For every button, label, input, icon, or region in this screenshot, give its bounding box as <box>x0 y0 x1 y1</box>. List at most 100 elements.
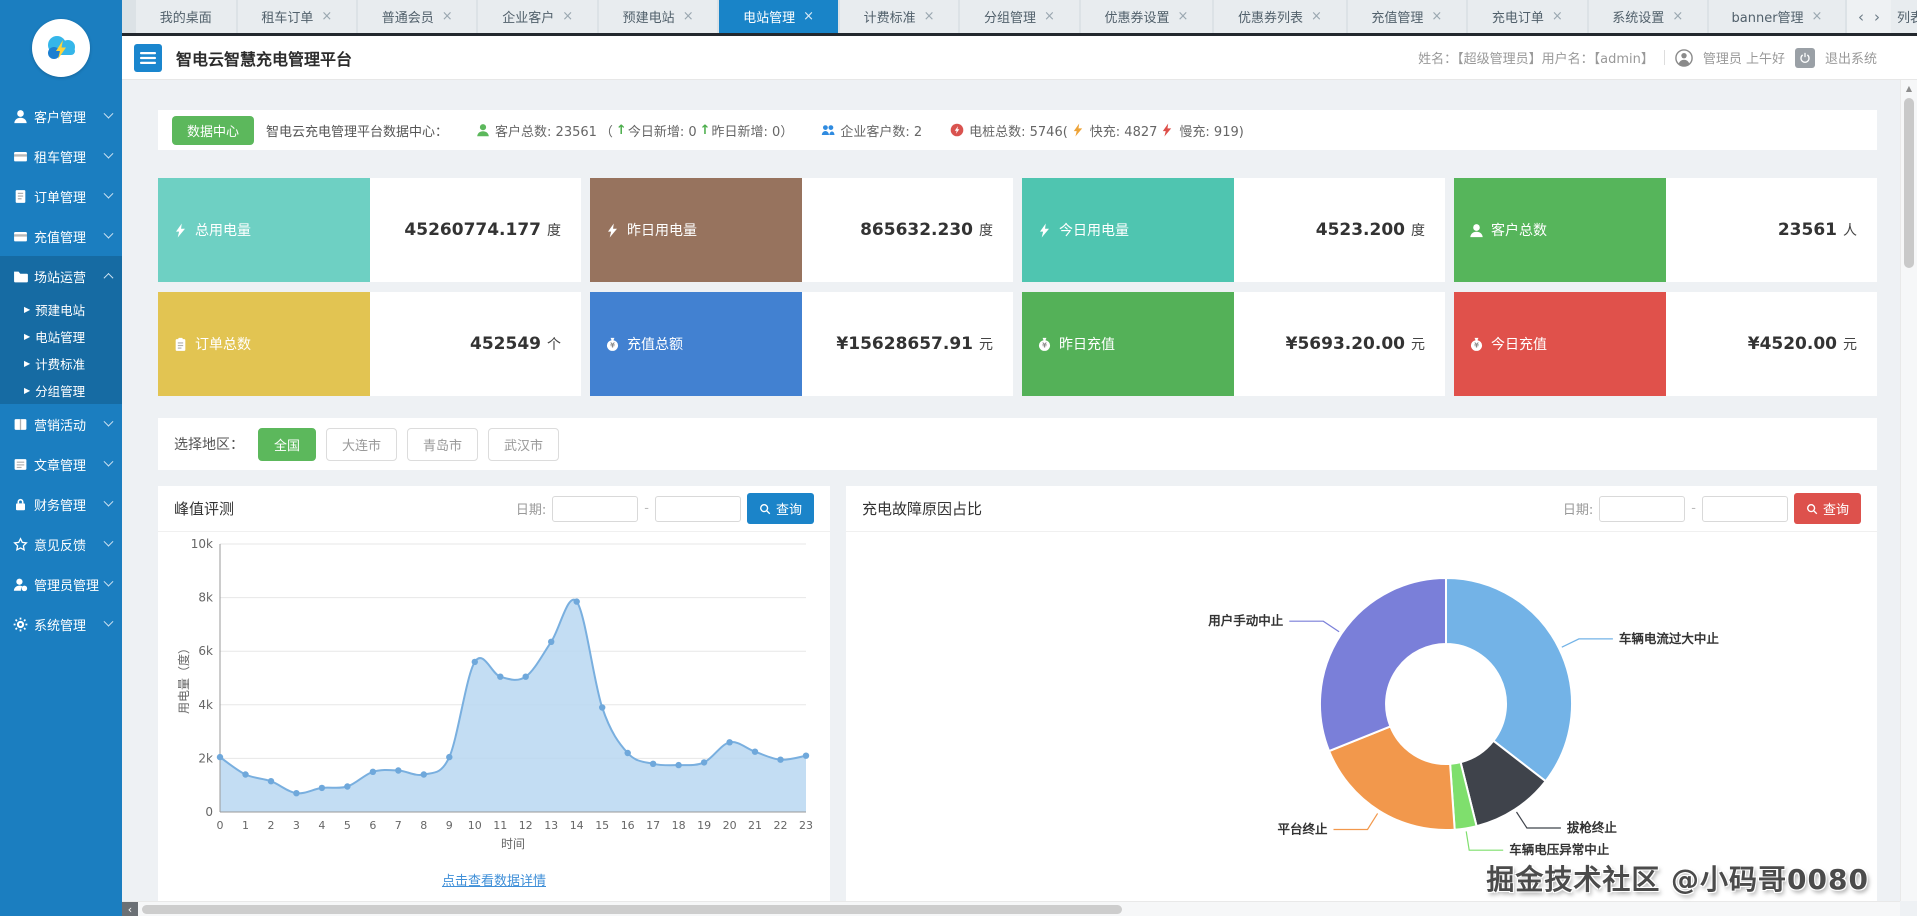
peak-date-end-input[interactable] <box>655 496 741 522</box>
region-button-0[interactable]: 全国 <box>258 428 316 461</box>
databar-stat-4: 企业客户数: 2 <box>821 121 922 140</box>
tab-1[interactable]: 租车订单× <box>238 0 356 33</box>
tab-0[interactable]: 我的桌面 <box>136 0 236 33</box>
doc-icon <box>13 189 28 204</box>
sidebar-item-8[interactable]: 意见反馈 <box>0 524 122 564</box>
scroll-left-icon[interactable]: ‹ <box>122 902 138 916</box>
sidebar-item-9[interactable]: 管理员管理 <box>0 564 122 604</box>
tab-7[interactable]: 分组管理× <box>960 0 1078 33</box>
tab-11[interactable]: 充电订单× <box>1468 0 1586 33</box>
data-center-bar: 数据中心 智电云充电管理平台数据中心： 客户总数: 23561（↑今日新增: 0… <box>158 110 1877 150</box>
view-data-details-link[interactable]: 点击查看数据详情 <box>158 870 830 889</box>
chevron-down-icon <box>104 616 114 626</box>
tab-prev-icon[interactable]: ‹ <box>1855 8 1867 26</box>
data-point <box>752 749 758 755</box>
peak-line-chart[interactable]: 02k4k6k8k10k0123456789101112131415161718… <box>174 532 814 868</box>
svg-text:16: 16 <box>621 819 635 832</box>
sidebar-item-10[interactable]: 系统管理 <box>0 604 122 644</box>
fault-search-button[interactable]: 查询 <box>1794 493 1861 524</box>
close-icon[interactable]: × <box>683 10 694 23</box>
scroll-up-icon[interactable]: ▲ <box>1901 80 1917 96</box>
fault-date-start-input[interactable] <box>1599 496 1685 522</box>
date-range-dash: - <box>1691 501 1696 516</box>
close-icon[interactable]: × <box>1672 10 1683 23</box>
close-icon[interactable]: × <box>442 10 453 23</box>
tab-13[interactable]: banner管理× <box>1709 0 1845 33</box>
sidebar-item-4[interactable]: 场站运营 <box>0 256 122 296</box>
sidebar-subitem-0[interactable]: ▶预建电站 <box>0 296 122 323</box>
close-icon[interactable]: × <box>1311 10 1322 23</box>
stat-card: ¥今日充值 ¥4520.00元 <box>1454 292 1877 396</box>
data-center-title: 智电云充电管理平台数据中心： <box>266 121 448 140</box>
content-area: 数据中心 智电云充电管理平台数据中心： 客户总数: 23561（↑今日新增: 0… <box>122 80 1917 916</box>
y-axis-label: 用电量（度） <box>176 642 191 714</box>
tab-8[interactable]: 优惠券设置× <box>1081 0 1212 33</box>
data-point <box>650 761 656 767</box>
pie-label-1: 拔枪终止 <box>1567 820 1618 835</box>
svg-text:10k: 10k <box>191 537 213 551</box>
sidebar-item-2[interactable]: 订单管理 <box>0 176 122 216</box>
sidebar-item-3[interactable]: 充值管理 <box>0 216 122 256</box>
region-button-1[interactable]: 大连市 <box>326 428 397 461</box>
data-point <box>370 769 376 775</box>
horizontal-scrollbar[interactable]: ‹ <box>122 901 1900 916</box>
vertical-scrollbar[interactable]: ▲ <box>1900 80 1917 901</box>
chevron-down-icon <box>104 148 114 158</box>
tab-9[interactable]: 优惠券列表× <box>1214 0 1345 33</box>
power-button[interactable] <box>1795 48 1815 68</box>
tab-6[interactable]: 计费标准× <box>840 0 958 33</box>
region-button-2[interactable]: 青岛市 <box>407 428 478 461</box>
sidebar-item-7[interactable]: 财务管理 <box>0 484 122 524</box>
svg-text:0: 0 <box>217 819 224 832</box>
menu-toggle-button[interactable] <box>134 44 162 72</box>
logout-link[interactable]: 退出系统 <box>1825 48 1877 67</box>
close-icon[interactable]: × <box>1552 10 1563 23</box>
data-point <box>803 753 809 759</box>
tab-next-icon[interactable]: › <box>1871 8 1883 26</box>
svg-text:6: 6 <box>369 819 376 832</box>
sidebar-subitem-3[interactable]: ▶分组管理 <box>0 377 122 404</box>
close-icon[interactable]: × <box>924 10 935 23</box>
sidebar-item-6[interactable]: 文章管理 <box>0 444 122 484</box>
peak-date-start-input[interactable] <box>552 496 638 522</box>
svg-text:8: 8 <box>420 819 427 832</box>
stat-card: 订单总数 452549个 <box>158 292 581 396</box>
fault-chart-panel: 充电故障原因占比 日期: - 查询 车辆电流过大中止拔枪终止车辆 <box>846 486 1877 905</box>
close-icon[interactable]: × <box>562 10 573 23</box>
horizontal-scroll-thumb[interactable] <box>142 905 1122 914</box>
data-point <box>293 790 299 796</box>
tab-2[interactable]: 普通会员× <box>358 0 476 33</box>
tab-5[interactable]: 电站管理× <box>719 0 837 33</box>
data-center-badge[interactable]: 数据中心 <box>172 116 254 145</box>
svg-text:13: 13 <box>544 819 558 832</box>
close-icon[interactable]: × <box>1431 10 1442 23</box>
sidebar-item-1[interactable]: 租车管理 <box>0 136 122 176</box>
tab-3[interactable]: 企业客户× <box>478 0 596 33</box>
sidebar-subitem-1[interactable]: ▶电站管理 <box>0 323 122 350</box>
peak-search-button[interactable]: 查询 <box>747 493 814 524</box>
data-point <box>777 757 783 763</box>
tab-10[interactable]: 充值管理× <box>1348 0 1466 33</box>
close-icon[interactable]: × <box>803 10 814 23</box>
close-icon[interactable]: × <box>321 10 332 23</box>
vertical-scroll-thumb[interactable] <box>1904 98 1914 268</box>
sidebar-subitem-2[interactable]: ▶计费标准 <box>0 350 122 377</box>
region-button-3[interactable]: 武汉市 <box>488 428 559 461</box>
tab-12[interactable]: 系统设置× <box>1589 0 1707 33</box>
svg-text:¥: ¥ <box>610 341 615 349</box>
svg-text:14: 14 <box>570 819 584 832</box>
tab-4[interactable]: 预建电站× <box>599 0 717 33</box>
fault-date-end-input[interactable] <box>1702 496 1788 522</box>
sidebar-item-0[interactable]: 客户管理 <box>0 96 122 136</box>
pie-slice-4 <box>1320 578 1446 751</box>
svg-text:22: 22 <box>774 819 788 832</box>
close-icon[interactable]: × <box>1044 10 1055 23</box>
region-buttons: 全国大连市青岛市武汉市 <box>258 428 569 461</box>
tab-overflow[interactable]: 列表 <box>1891 0 1917 33</box>
admin-icon <box>13 577 28 592</box>
fault-donut-chart[interactable]: 车辆电流过大中止拔枪终止车辆电压异常中止平台终止用户手动中止 <box>846 532 1877 909</box>
header-separator <box>1664 50 1665 65</box>
close-icon[interactable]: × <box>1812 10 1823 23</box>
close-icon[interactable]: × <box>1178 10 1189 23</box>
sidebar-item-5[interactable]: 营销活动 <box>0 404 122 444</box>
